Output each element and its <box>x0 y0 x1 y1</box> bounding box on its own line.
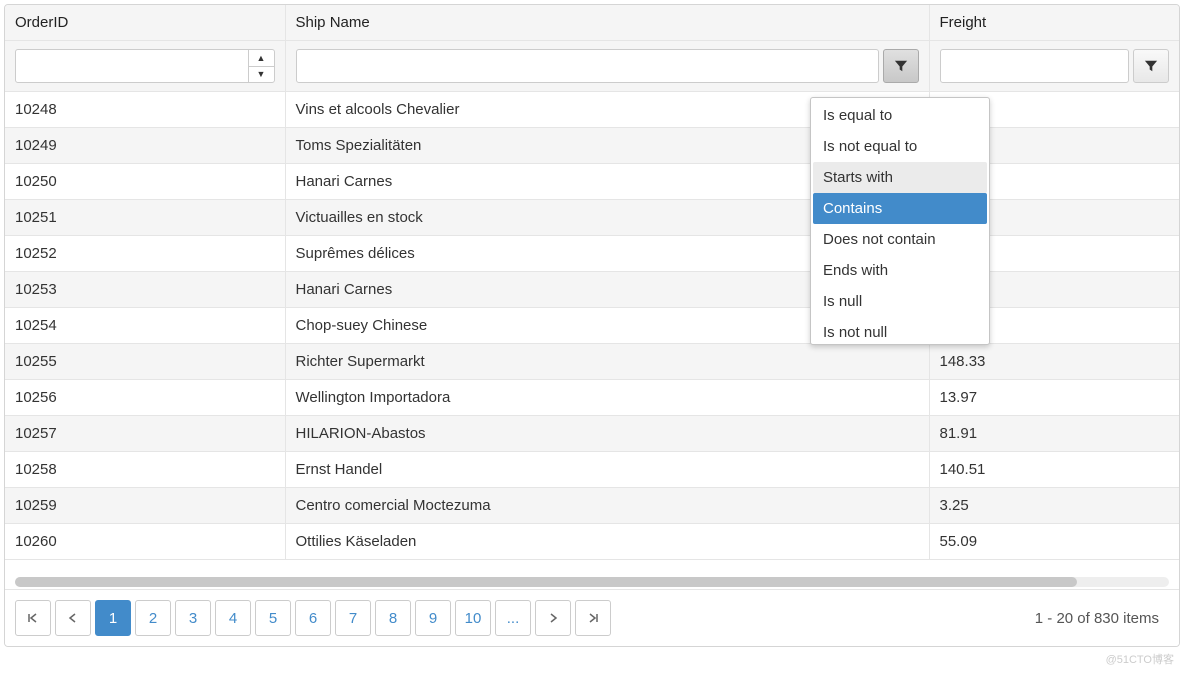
table-row[interactable]: 10258Ernst Handel140.51 <box>5 452 1179 488</box>
filter-row: ▲ ▼ <box>5 41 1179 92</box>
cell-ship-name: Wellington Importadora <box>285 380 929 416</box>
pager-page[interactable]: 2 <box>135 600 171 636</box>
pager-info: 1 - 20 of 830 items <box>1035 610 1169 627</box>
grid-scroll-area[interactable]: OrderID Ship Name Freight ▲ ▼ <box>5 5 1179 575</box>
pager: 12345678910... 1 - 20 of 830 items <box>5 589 1179 646</box>
cell-ship-name: HILARION-Abastos <box>285 416 929 452</box>
pager-more[interactable]: ... <box>495 600 531 636</box>
cell-order-id: 10251 <box>5 200 285 236</box>
table-row[interactable]: 10260Ottilies Käseladen55.09 <box>5 524 1179 560</box>
pager-page[interactable]: 5 <box>255 600 291 636</box>
pager-prev-icon <box>68 613 78 623</box>
pager-page[interactable]: 6 <box>295 600 331 636</box>
pager-page[interactable]: 4 <box>215 600 251 636</box>
table-row[interactable]: 10250Hanari Carnes <box>5 164 1179 200</box>
order-id-spinner: ▲ ▼ <box>248 50 274 82</box>
order-id-filter-input[interactable] <box>16 50 248 82</box>
filter-option[interactable]: Is not null <box>813 317 987 344</box>
filter-option[interactable]: Does not contain <box>813 224 987 255</box>
cell-order-id: 10249 <box>5 128 285 164</box>
table-row[interactable]: 10253Hanari Carnes <box>5 272 1179 308</box>
cell-ship-name: Ottilies Käseladen <box>285 524 929 560</box>
horizontal-scrollbar[interactable] <box>5 575 1179 589</box>
data-grid: OrderID Ship Name Freight ▲ ▼ <box>4 4 1180 647</box>
cell-ship-name: Ernst Handel <box>285 452 929 488</box>
pager-page[interactable]: 3 <box>175 600 211 636</box>
table-row[interactable]: 10251Victuailles en stock <box>5 200 1179 236</box>
cell-freight: 81.91 <box>929 416 1179 452</box>
table-row[interactable]: 10259Centro comercial Moctezuma3.25 <box>5 488 1179 524</box>
table-row[interactable]: 10254Chop-suey Chinese22.98 <box>5 308 1179 344</box>
cell-order-id: 10252 <box>5 236 285 272</box>
pager-next[interactable] <box>535 600 571 636</box>
freight-filter-input[interactable] <box>941 50 1130 82</box>
order-id-filter-wrap: ▲ ▼ <box>15 49 275 83</box>
cell-freight: 3.25 <box>929 488 1179 524</box>
cell-order-id: 10255 <box>5 344 285 380</box>
cell-ship-name: Richter Supermarkt <box>285 344 929 380</box>
cell-order-id: 10253 <box>5 272 285 308</box>
pager-last-icon <box>588 613 598 623</box>
filter-option[interactable]: Starts with <box>813 162 987 193</box>
filter-icon <box>894 59 908 73</box>
ship-name-filter-input[interactable] <box>297 50 878 82</box>
pager-page[interactable]: 10 <box>455 600 491 636</box>
cell-order-id: 10258 <box>5 452 285 488</box>
pager-first-icon <box>28 613 38 623</box>
pager-prev[interactable] <box>55 600 91 636</box>
ship-name-filter-button[interactable] <box>883 49 919 83</box>
cell-order-id: 10256 <box>5 380 285 416</box>
cell-order-id: 10248 <box>5 92 285 128</box>
table-row[interactable]: 10255Richter Supermarkt148.33 <box>5 344 1179 380</box>
pager-page[interactable]: 7 <box>335 600 371 636</box>
pager-page[interactable]: 8 <box>375 600 411 636</box>
table-row[interactable]: 10248Vins et alcools Chevalier <box>5 92 1179 128</box>
table-row[interactable]: 10257HILARION-Abastos81.91 <box>5 416 1179 452</box>
header-row: OrderID Ship Name Freight <box>5 5 1179 41</box>
filter-icon <box>1144 59 1158 73</box>
cell-order-id: 10257 <box>5 416 285 452</box>
filter-option[interactable]: Ends with <box>813 255 987 286</box>
cell-freight: 55.09 <box>929 524 1179 560</box>
cell-freight: 13.97 <box>929 380 1179 416</box>
spinner-up-icon[interactable]: ▲ <box>249 50 274 67</box>
filter-option[interactable]: Is not equal to <box>813 131 987 162</box>
freight-filter-button[interactable] <box>1133 49 1169 83</box>
filter-option[interactable]: Is equal to <box>813 100 987 131</box>
cell-order-id: 10260 <box>5 524 285 560</box>
pager-page[interactable]: 9 <box>415 600 451 636</box>
cell-freight: 148.33 <box>929 344 1179 380</box>
pager-page[interactable]: 1 <box>95 600 131 636</box>
filter-option[interactable]: Is null <box>813 286 987 317</box>
pager-next-icon <box>548 613 558 623</box>
grid-table: OrderID Ship Name Freight ▲ ▼ <box>5 5 1179 560</box>
ship-name-filter-wrap <box>296 49 879 83</box>
header-freight[interactable]: Freight <box>929 5 1179 41</box>
cell-freight: 140.51 <box>929 452 1179 488</box>
watermark: @51CTO博客 <box>1106 651 1174 667</box>
pager-last[interactable] <box>575 600 611 636</box>
header-ship-name[interactable]: Ship Name <box>285 5 929 41</box>
dropdown-scroll[interactable]: Is equal toIs not equal toStarts withCon… <box>813 100 987 344</box>
cell-order-id: 10250 <box>5 164 285 200</box>
table-row[interactable]: 10256Wellington Importadora13.97 <box>5 380 1179 416</box>
cell-order-id: 10259 <box>5 488 285 524</box>
horizontal-scrollbar-thumb[interactable] <box>15 577 1077 587</box>
table-row[interactable]: 10252Suprêmes délices <box>5 236 1179 272</box>
freight-filter-wrap: ▲ ▼ <box>940 49 1130 83</box>
header-order-id[interactable]: OrderID <box>5 5 285 41</box>
pager-first[interactable] <box>15 600 51 636</box>
filter-option[interactable]: Contains <box>813 193 987 224</box>
table-row[interactable]: 10249Toms Spezialitäten <box>5 128 1179 164</box>
filter-operator-dropdown: Is equal toIs not equal toStarts withCon… <box>810 97 990 345</box>
spinner-down-icon[interactable]: ▼ <box>249 67 274 83</box>
cell-order-id: 10254 <box>5 308 285 344</box>
cell-ship-name: Centro comercial Moctezuma <box>285 488 929 524</box>
